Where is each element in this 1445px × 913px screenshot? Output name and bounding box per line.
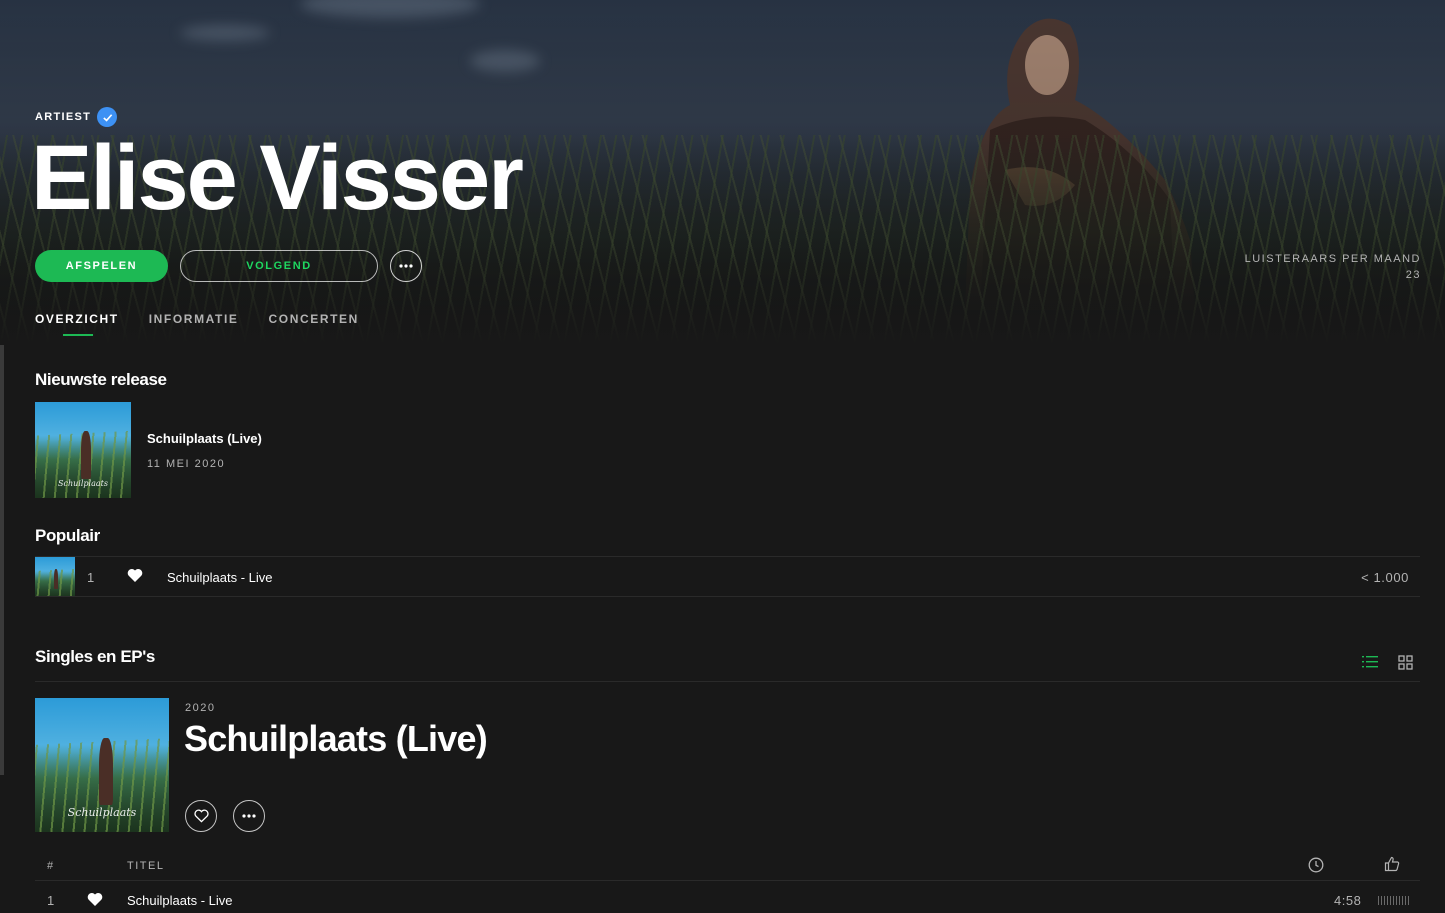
single-year: 2020 [185,702,216,714]
heart-icon[interactable] [87,892,103,912]
popularity-bar [1378,896,1410,905]
table-row[interactable]: 1 Schuilplaats - Live < 1.000 [35,557,1420,597]
latest-release-date: 11 MEI 2020 [147,458,226,470]
track-title[interactable]: Schuilplaats - Live [127,893,233,908]
grid-view-icon[interactable] [1395,652,1415,672]
single-more-button[interactable] [233,800,265,832]
thumbs-up-icon[interactable] [1384,856,1400,875]
latest-release-heading: Nieuwste release [35,370,167,389]
track-duration: 4:58 [1334,893,1362,908]
artist-type-label: ARTIEST [35,107,118,127]
track-number: 1 [47,893,55,908]
single-title[interactable]: Schuilplaats (Live) [184,718,488,760]
clock-icon[interactable] [1308,857,1324,876]
single-cover[interactable]: Schuilplaats [35,698,169,832]
popular-heading: Populair [35,526,100,545]
track-playcount: < 1.000 [1361,569,1409,585]
tab-concerten[interactable]: CONCERTEN [269,312,359,336]
artist-name: Elise Visser [31,127,524,229]
verified-icon [97,107,118,127]
tab-informatie[interactable]: INFORMATIE [149,312,239,336]
divider [35,681,1420,682]
singles-heading: Singles en EP's [35,647,155,666]
track-title[interactable]: Schuilplaats - Live [167,570,273,585]
heart-outline-icon [193,809,209,823]
monthly-listeners-label: LUISTERAARS PER MAAND [1244,253,1421,265]
latest-release-title[interactable]: Schuilplaats (Live) [147,431,262,446]
artist-tabs: OVERZICHT INFORMATIE CONCERTEN [35,312,359,336]
list-view-icon[interactable] [1360,652,1380,672]
divider [35,596,1420,597]
more-dots-icon [242,814,256,818]
column-header-title[interactable]: TITEL [127,860,164,872]
track-thumbnail [35,557,75,597]
latest-release-cover[interactable]: Schuilplaats [35,402,131,498]
track-number: 1 [87,569,95,585]
monthly-listeners: LUISTERAARS PER MAAND 23 [1245,251,1421,283]
heart-icon[interactable] [127,568,143,588]
more-dots-icon [399,264,413,268]
play-button[interactable]: AFSPELEN [35,250,168,282]
more-options-button[interactable] [390,250,422,282]
save-heart-button[interactable] [185,800,217,832]
divider [35,880,1420,881]
column-header-number: # [47,860,55,872]
artist-type-text: ARTIEST [35,111,92,123]
follow-button[interactable]: VOLGEND [180,250,378,282]
tab-overzicht[interactable]: OVERZICHT [35,312,119,336]
monthly-listeners-value: 23 [1405,269,1421,281]
